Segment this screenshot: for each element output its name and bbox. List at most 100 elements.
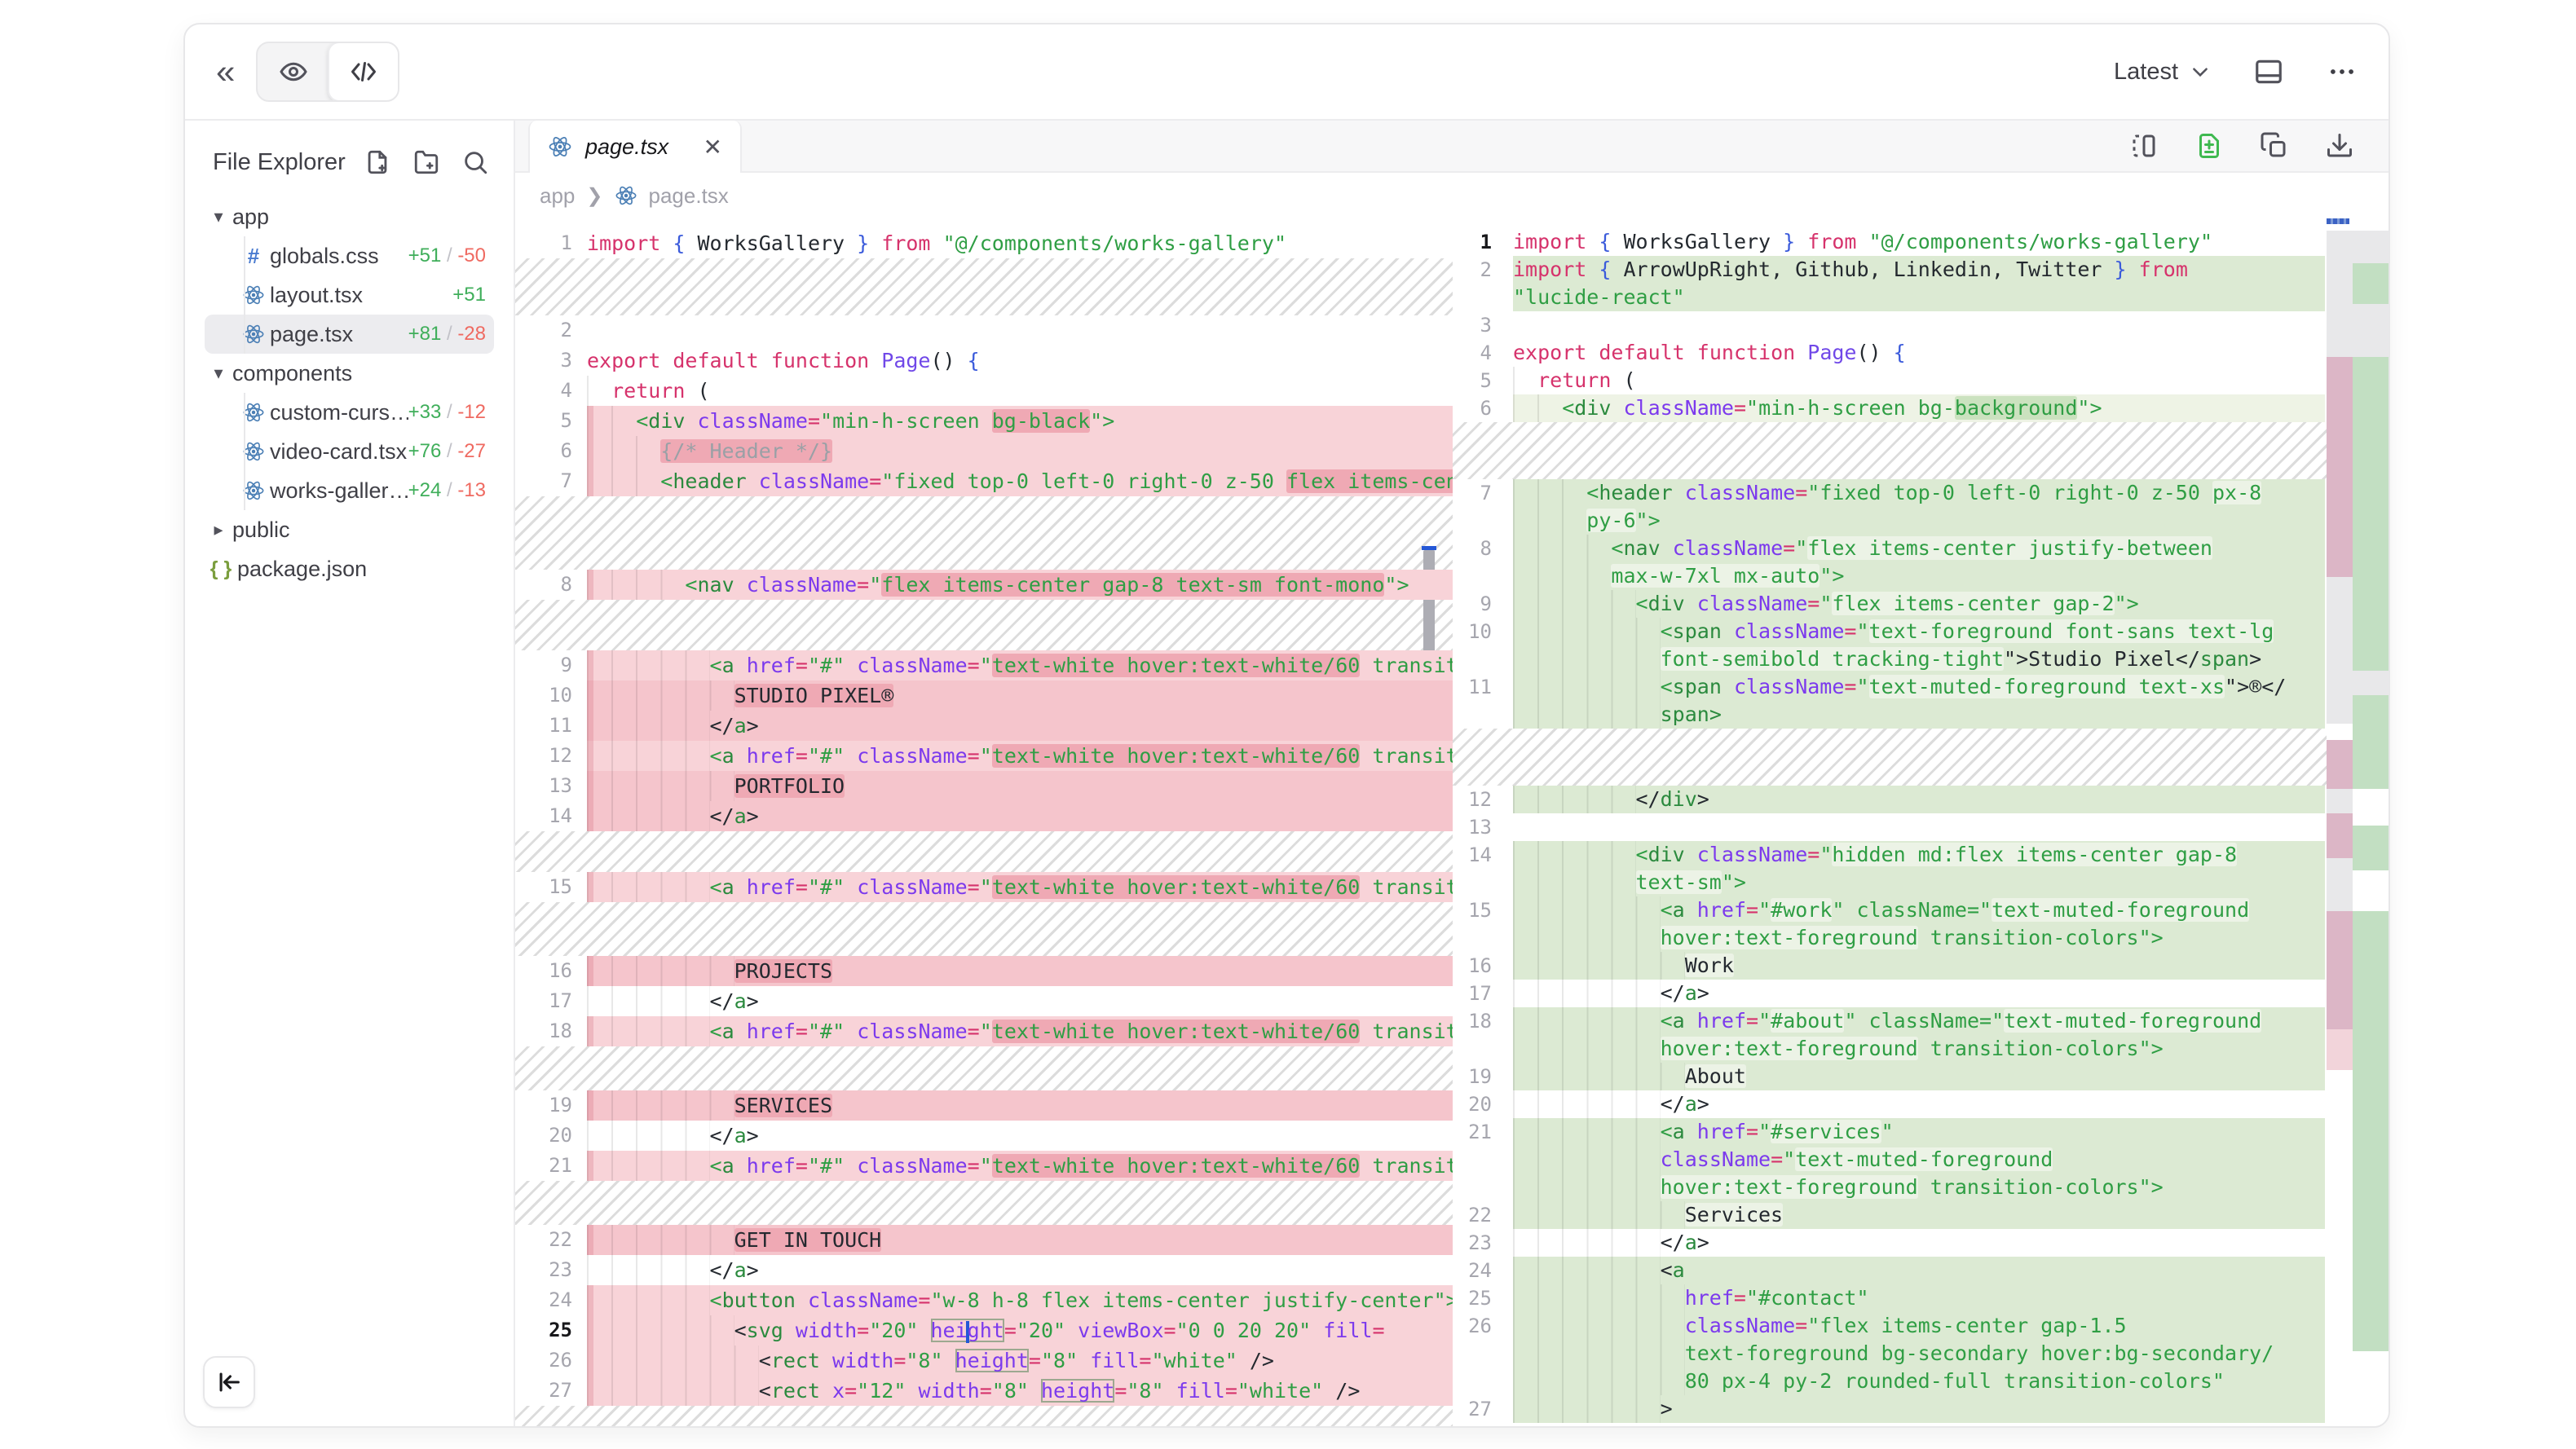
diff-file-icon[interactable] (2194, 131, 2224, 161)
sidebar-item-page-tsx[interactable]: page.tsx+81 / -28 (205, 315, 494, 354)
sidebar-item-components[interactable]: ▾components (205, 354, 494, 393)
file-explorer-title: File Explorer (213, 149, 346, 176)
sidebar-item-custom-curs-[interactable]: custom-curs…+33 / -12 (205, 393, 494, 432)
eye-icon (279, 57, 308, 86)
code-line: 2 (515, 315, 1453, 346)
sidebar-item-package-json[interactable]: { }package.json (205, 549, 494, 588)
code-toggle-button[interactable] (328, 42, 399, 102)
line-number: 17 (515, 986, 587, 1016)
diff-pane-new[interactable]: 1import { WorksGallery } from "@/compone… (1453, 218, 2389, 1426)
diff-minimap[interactable] (2327, 218, 2389, 1426)
code-line: 17 </a> (1453, 980, 2389, 1007)
new-file-icon[interactable] (364, 148, 391, 176)
minimap-new-segment (2353, 304, 2389, 357)
file-explorer-panel: File Explorer ▾app#globals.css+51 / -50l… (185, 121, 515, 1426)
line-number: 23 (1453, 1229, 1503, 1257)
minimap-new-segment (2353, 231, 2389, 263)
line-number: 10 (515, 680, 587, 711)
minimap-old-segment (2327, 813, 2353, 858)
preview-toggle-button[interactable] (258, 43, 329, 100)
line-number: 13 (515, 771, 587, 801)
line-number (1453, 924, 1503, 952)
diff-stats: +51 (452, 284, 486, 306)
view-toggle (256, 42, 399, 102)
code-line: className="text-muted-foreground (1453, 1146, 2389, 1174)
diff-pane-old[interactable]: 1import { WorksGallery } from "@/compone… (515, 218, 1453, 1426)
code-line: 26 <rect width="8" height="8" fill="whit… (515, 1346, 1453, 1376)
file-label: layout.tsx (270, 283, 363, 308)
line-number: 26 (515, 1346, 587, 1376)
code-line: 16 PROJECTS (515, 956, 1453, 986)
sidebar-item-globals-css[interactable]: #globals.css+51 / -50 (205, 236, 494, 275)
version-dropdown[interactable]: Latest (2114, 59, 2211, 86)
collapse-panel-icon[interactable]: « (216, 55, 235, 89)
code-line: 16 Work (1453, 952, 2389, 980)
file-label: works-galler… (270, 478, 408, 504)
code-line: 21 <a href="#" className="text-white hov… (515, 1151, 1453, 1181)
version-label: Latest (2114, 59, 2178, 86)
line-number: 8 (515, 570, 587, 600)
file-label: video-card.tsx (270, 439, 407, 465)
code-line: 9 <div className="flex items-center gap-… (1453, 590, 2389, 618)
download-icon[interactable] (2325, 131, 2354, 161)
code-line: hover:text-foreground transition-colors"… (1453, 1174, 2389, 1201)
copy-icon[interactable] (2260, 131, 2289, 161)
code-line: 27 <rect x="12" width="8" height="8" fil… (515, 1376, 1453, 1406)
diff-stats: +24 / -13 (408, 479, 486, 502)
split-view-icon[interactable] (2129, 131, 2159, 161)
line-number: 24 (1453, 1257, 1503, 1284)
code-icon (349, 57, 378, 86)
file-label: custom-curs… (270, 400, 408, 425)
code-line: 4 return ( (515, 376, 1453, 406)
file-label: page.tsx (270, 322, 353, 347)
editor-area: page.tsx ✕ (515, 121, 2389, 1426)
code-line: 13 PORTFOLIO (515, 771, 1453, 801)
breadcrumb-root[interactable]: app (540, 183, 575, 209)
line-number: 12 (1453, 786, 1503, 813)
minimap-new-segment (2353, 357, 2389, 671)
sidebar-item-layout-tsx[interactable]: layout.tsx +51 (205, 275, 494, 315)
line-number: 21 (1453, 1118, 1503, 1146)
chevron-right-icon: ▸ (205, 519, 232, 540)
line-number: 7 (515, 466, 587, 496)
code-line: 1import { WorksGallery } from "@/compone… (515, 228, 1453, 258)
search-icon[interactable] (461, 148, 489, 176)
line-number: 6 (1453, 394, 1503, 422)
new-folder-icon[interactable] (412, 148, 440, 176)
file-tree: ▾app#globals.css+51 / -50 layout.tsx +51 pa… (205, 197, 494, 588)
collapse-sidebar-button[interactable] (203, 1356, 255, 1408)
line-number: 26 (1453, 1312, 1503, 1340)
line-number: 6 (515, 436, 587, 466)
panel-bottom-icon[interactable] (2253, 56, 2284, 87)
code-line: 6 <div className="min-h-screen bg-backgr… (1453, 394, 2389, 422)
line-number (1453, 284, 1503, 311)
sidebar-item-app[interactable]: ▾app (205, 197, 494, 236)
line-number: 5 (515, 406, 587, 436)
close-tab-icon[interactable]: ✕ (704, 134, 722, 161)
code-line: text-foreground bg-secondary hover:bg-se… (1453, 1340, 2389, 1368)
minimap-old-segment (2327, 1029, 2353, 1070)
react-file-icon (237, 479, 270, 502)
code-line: 19 About (1453, 1063, 2389, 1090)
react-icon (548, 134, 572, 159)
breadcrumb-file[interactable]: page.tsx (649, 183, 729, 209)
text-cursor (966, 1321, 969, 1343)
code-line: 2import { ArrowUpRight, Github, Linkedin… (1453, 256, 2389, 284)
line-number: 20 (1453, 1090, 1503, 1118)
sidebar-item-video-card-tsx[interactable]: video-card.tsx+76 / -27 (205, 432, 494, 471)
line-number: 1 (1453, 228, 1503, 256)
code-line: 4export default function Page() { (1453, 339, 2389, 367)
tab-page-tsx[interactable]: page.tsx ✕ (528, 121, 742, 173)
line-number: 4 (515, 376, 587, 406)
sidebar-item-public[interactable]: ▸public (205, 510, 494, 549)
line-number: 27 (1453, 1395, 1503, 1423)
sidebar-item-works-galler-[interactable]: works-galler…+24 / -13 (205, 471, 494, 510)
code-line: 15 <a href="#work" className="text-muted… (1453, 896, 2389, 924)
line-number (1453, 507, 1503, 535)
minimap-old-segment (2327, 231, 2353, 357)
line-number: 16 (515, 956, 587, 986)
line-number: 27 (515, 1376, 587, 1406)
more-options-icon[interactable] (2327, 56, 2358, 87)
code-line: text-sm"> (1453, 869, 2389, 896)
code-line: 14 <div className="hidden md:flex items-… (1453, 841, 2389, 869)
